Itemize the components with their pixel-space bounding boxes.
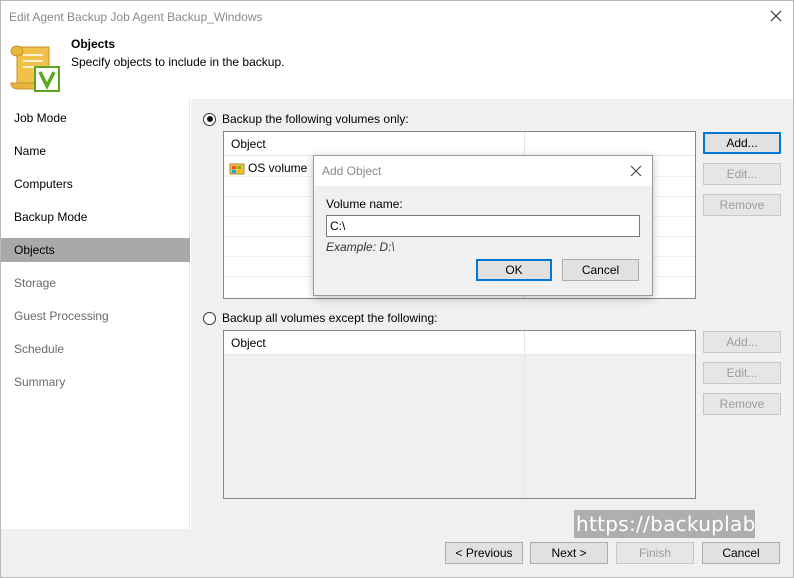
exclude-volumes-radio[interactable] (203, 311, 216, 325)
exclude-list-header: Object (224, 331, 695, 355)
column-divider (524, 331, 525, 498)
exclude-add-button[interactable]: Add... (703, 331, 781, 353)
window-title: Edit Agent Backup Job Agent Backup_Windo… (9, 10, 263, 24)
exclude-remove-button[interactable]: Remove (703, 393, 781, 415)
os-volume-icon (229, 163, 245, 175)
list-item-label: OS volume (248, 161, 308, 175)
dialog-title-bar: Add Object (314, 156, 652, 186)
include-remove-button[interactable]: Remove (703, 194, 781, 216)
exclude-volumes-label: Backup all volumes except the following: (222, 311, 438, 325)
sidebar-item-storage[interactable]: Storage (1, 271, 190, 295)
dialog-cancel-button[interactable]: Cancel (562, 259, 639, 281)
next-button[interactable]: Next > (530, 542, 608, 564)
close-icon[interactable] (767, 7, 785, 25)
close-icon[interactable] (628, 163, 644, 179)
sidebar-item-backup-mode[interactable]: Backup Mode (1, 205, 190, 229)
sidebar-item-schedule[interactable]: Schedule (1, 337, 190, 361)
include-volumes-radio[interactable] (203, 112, 216, 126)
include-add-button[interactable]: Add... (703, 132, 781, 154)
exclude-column-object: Object (231, 336, 266, 350)
volume-name-label: Volume name: (326, 197, 403, 211)
exclude-edit-button[interactable]: Edit... (703, 362, 781, 384)
ok-button[interactable]: OK (476, 259, 552, 281)
include-edit-button[interactable]: Edit... (703, 163, 781, 185)
page-title: Objects (71, 37, 116, 51)
sidebar-item-objects[interactable]: Objects (1, 238, 190, 262)
sidebar-item-computers[interactable]: Computers (1, 172, 190, 196)
dialog-title: Add Object (322, 164, 382, 178)
sidebar-item-job-mode[interactable]: Job Mode (1, 106, 190, 130)
add-object-dialog: Add Object Volume name: Example: D:\ OK … (313, 155, 653, 296)
include-volumes-radio-row[interactable]: Backup the following volumes only: (203, 110, 409, 128)
page-subtitle: Specify objects to include in the backup… (71, 55, 285, 69)
volume-name-example: Example: D:\ (326, 240, 395, 254)
sidebar-item-guest-processing[interactable]: Guest Processing (1, 304, 190, 328)
list-item[interactable]: OS volume (229, 159, 307, 177)
previous-button[interactable]: < Previous (445, 542, 523, 564)
cancel-button[interactable]: Cancel (702, 542, 780, 564)
exclude-volumes-radio-row[interactable]: Backup all volumes except the following: (203, 309, 437, 327)
include-volumes-label: Backup the following volumes only: (222, 112, 409, 126)
include-column-object: Object (231, 137, 266, 151)
wizard-header: Objects Specify objects to include in th… (1, 33, 793, 98)
scroll-checkmark-icon (10, 45, 60, 92)
title-bar: Edit Agent Backup Job Agent Backup_Windo… (1, 1, 793, 33)
include-list-header: Object (224, 132, 695, 156)
finish-button[interactable]: Finish (616, 542, 694, 564)
exclude-objects-list[interactable]: Object (223, 330, 696, 499)
sidebar-item-summary[interactable]: Summary (1, 370, 190, 394)
list-disabled-area (224, 355, 695, 498)
wizard-steps-sidebar: Job Mode Name Computers Backup Mode Obje… (1, 99, 190, 529)
wizard-window: Edit Agent Backup Job Agent Backup_Windo… (0, 0, 794, 578)
watermark-text: https://backuplab.kr (574, 510, 755, 538)
sidebar-item-name[interactable]: Name (1, 139, 190, 163)
volume-name-input[interactable] (326, 215, 640, 237)
